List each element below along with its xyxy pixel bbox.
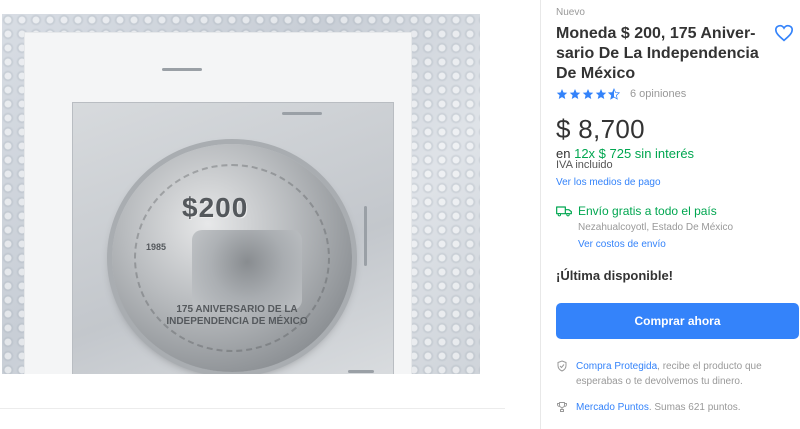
panel-divider (540, 0, 541, 429)
purchase-protection-text: Compra Protegida, recibe el producto que… (576, 359, 796, 389)
coin: $200 1985 175 Aniversario de la Independ… (112, 144, 352, 372)
buy-now-button[interactable]: Comprar ahora (556, 303, 799, 339)
item-condition: Nuevo (556, 7, 585, 18)
truck-icon (556, 206, 572, 217)
rating[interactable]: 6 opiniones (556, 88, 686, 100)
coin-value-engraving: $200 (182, 192, 249, 223)
purchase-protection-link[interactable]: Compra Protegida (576, 361, 657, 372)
opinions-count[interactable]: 6 opiniones (630, 88, 686, 100)
star-icon (556, 89, 568, 99)
star-half-icon (608, 88, 620, 100)
shipping-costs-link[interactable]: Ver costos de envío (578, 239, 666, 250)
rating-stars (556, 88, 620, 100)
purchase-protection: Compra Protegida, recibe el producto que… (556, 359, 796, 389)
coin-holder: $200 1985 175 Aniversario de la Independ… (24, 32, 412, 374)
product-page: $200 1985 175 Aniversario de la Independ… (0, 0, 800, 429)
heart-outline-icon[interactable] (774, 24, 794, 42)
stock-status: ¡Última disponible! (556, 268, 673, 283)
shield-check-icon (557, 360, 567, 372)
loyalty-points-detail: . Sumas 621 puntos. (648, 402, 741, 413)
loyalty-points: Mercado Puntos. Sumas 621 puntos. (556, 400, 796, 415)
payment-methods-link[interactable]: Ver los medios de pago (556, 177, 661, 188)
gallery-divider (0, 408, 505, 409)
coin-legend-engraving: 175 Aniversario de la Independencia de M… (166, 304, 308, 327)
seller-location: Nezahualcoyotl, Estado De México (578, 222, 734, 233)
star-icon (595, 89, 607, 99)
staple (162, 68, 202, 71)
staple (282, 112, 322, 115)
price: $ 8,700 (556, 114, 645, 144)
star-icon (582, 89, 594, 99)
free-shipping-label: Envío gratis a todo el país (578, 204, 717, 218)
product-photo[interactable]: $200 1985 175 Aniversario de la Independ… (2, 14, 480, 374)
product-gallery: $200 1985 175 Aniversario de la Independ… (0, 0, 540, 429)
shipping-info: Envío gratis a todo el país (556, 204, 717, 218)
buy-box: Nuevo Moneda $ 200, 175 Aniver-sario De … (556, 0, 800, 429)
staple (364, 206, 367, 266)
product-title: Moneda $ 200, 175 Aniver-sario De La Ind… (556, 25, 759, 82)
loyalty-points-text: Mercado Puntos. Sumas 621 puntos. (576, 400, 741, 415)
star-icon (569, 89, 581, 99)
coin-relief-figures (192, 230, 302, 310)
loyalty-points-link[interactable]: Mercado Puntos (576, 402, 649, 413)
staple (348, 370, 374, 373)
iva-label: IVA incluido (556, 159, 613, 171)
coin-year-engraving: 1985 (146, 242, 167, 252)
trophy-icon (557, 402, 567, 412)
